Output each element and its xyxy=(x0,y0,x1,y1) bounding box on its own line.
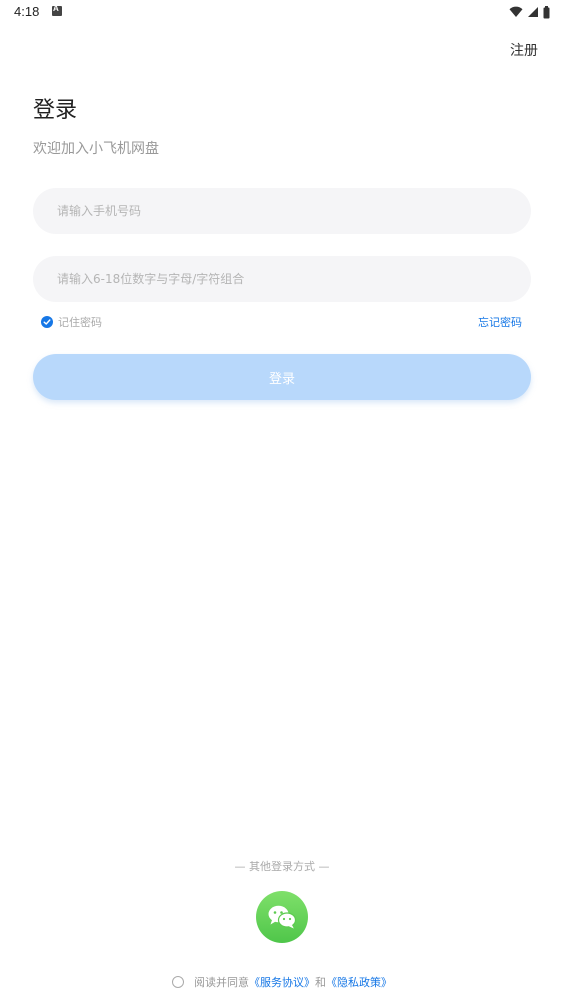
check-icon xyxy=(41,316,53,328)
register-link[interactable]: 注册 xyxy=(510,40,538,60)
phone-input[interactable] xyxy=(33,188,531,234)
remember-password-label: 记住密码 xyxy=(58,316,102,329)
battery-icon xyxy=(543,5,550,18)
status-icons xyxy=(509,4,550,20)
agreement-prefix: 阅读并同意 xyxy=(194,976,249,989)
status-time: 4:18 xyxy=(14,4,40,19)
agree-radio-button[interactable] xyxy=(172,976,184,988)
agreement-row: 阅读并同意 《服务协议》 和 《隐私政策》 xyxy=(0,974,564,990)
status-bar: 4:18 xyxy=(0,0,564,24)
wechat-login-button[interactable] xyxy=(256,891,308,943)
wechat-icon xyxy=(268,905,297,929)
page-subtitle: 欢迎加入小飞机网盘 xyxy=(33,141,159,157)
privacy-policy-link[interactable]: 《隐私政策》 xyxy=(326,974,392,990)
login-button[interactable]: 登录 xyxy=(33,354,531,400)
remember-password-checkbox[interactable]: 记住密码 xyxy=(41,314,102,330)
signal-icon xyxy=(528,7,538,17)
service-agreement-link[interactable]: 《服务协议》 xyxy=(249,974,315,990)
password-input[interactable] xyxy=(33,256,531,302)
a-notification-icon xyxy=(52,4,62,16)
page-title: 登录 xyxy=(33,98,78,123)
wifi-icon xyxy=(509,6,523,17)
agreement-conjunction: 和 xyxy=(315,976,326,989)
forgot-password-link[interactable]: 忘记密码 xyxy=(478,314,522,330)
other-login-label: — 其他登录方式 — xyxy=(234,860,330,873)
